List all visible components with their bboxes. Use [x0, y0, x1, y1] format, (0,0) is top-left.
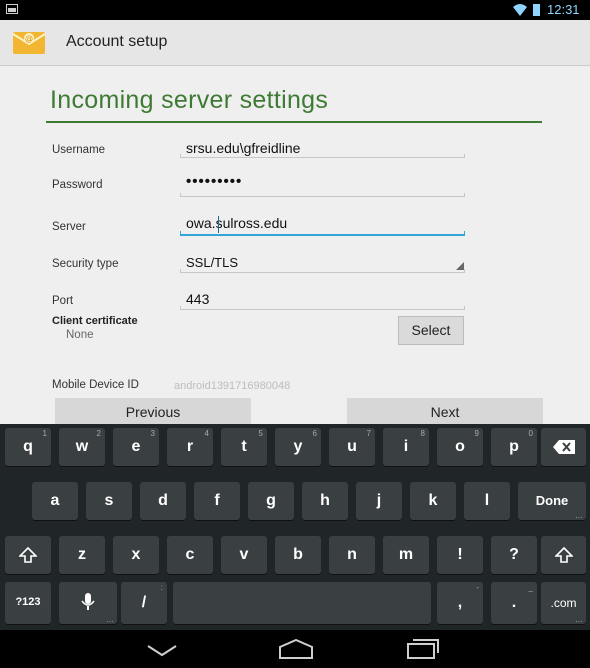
username-label: Username [52, 144, 106, 156]
settings-form: Incoming server settings Username srsu.e… [0, 66, 590, 424]
key-period[interactable]: . _ [491, 582, 537, 624]
client-certificate-label: Client certificate [52, 315, 138, 327]
key-t[interactable]: 5t [221, 428, 267, 466]
key-comma[interactable]: ,- [437, 582, 483, 624]
key-z[interactable]: z [59, 536, 105, 574]
port-label: Port [52, 295, 74, 307]
home-icon[interactable] [278, 639, 314, 659]
back-icon[interactable] [146, 644, 178, 658]
key-v[interactable]: v [221, 536, 267, 574]
key-d[interactable]: d [140, 482, 186, 520]
symbols-key[interactable]: ?123 [5, 582, 51, 624]
backspace-key[interactable] [541, 428, 586, 466]
key-m[interactable]: m [383, 536, 429, 574]
backspace-icon [553, 440, 575, 454]
key-y[interactable]: 6y [275, 428, 321, 466]
key-b[interactable]: b [275, 536, 321, 574]
soft-keyboard: 1q 2w 3e 4r 5t 6y 7u 8i 9o 0p a s d f g … [0, 424, 590, 630]
key-s[interactable]: s [86, 482, 132, 520]
battery-icon [533, 4, 540, 16]
key-i[interactable]: 8i [383, 428, 429, 466]
key-e[interactable]: 3e [113, 428, 159, 466]
shift-key-right[interactable] [541, 536, 586, 574]
key-q[interactable]: 1q [5, 428, 51, 466]
key-c[interactable]: c [167, 536, 213, 574]
key-l[interactable]: l [464, 482, 510, 520]
shift-icon [19, 547, 37, 563]
dotcom-key[interactable]: .com… [541, 582, 586, 624]
done-key[interactable]: Done… [518, 482, 586, 520]
client-certificate-value: None [66, 329, 94, 341]
key-u[interactable]: 7u [329, 428, 375, 466]
key-r[interactable]: 4r [167, 428, 213, 466]
key-n[interactable]: n [329, 536, 375, 574]
key-slash[interactable]: /: [121, 582, 167, 624]
port-field[interactable]: 443 [186, 291, 209, 307]
port-underline [180, 306, 465, 310]
shift-key-left[interactable] [5, 536, 51, 574]
server-field[interactable]: owa.sulross.edu [186, 215, 287, 231]
voice-input-key[interactable]: … [59, 582, 117, 624]
security-type-spinner[interactable]: SSL/TLS [186, 255, 238, 270]
password-field[interactable]: ••••••••• [186, 173, 242, 190]
title-divider [46, 121, 542, 123]
previous-button[interactable]: Previous [55, 398, 251, 424]
key-g[interactable]: g [248, 482, 294, 520]
select-certificate-button[interactable]: Select [398, 316, 464, 345]
mobile-device-id-value: android1391716980048 [174, 380, 291, 392]
dropdown-arrow-icon [456, 262, 464, 270]
key-h[interactable]: h [302, 482, 348, 520]
status-time: 12:31 [547, 2, 580, 17]
server-underline [180, 231, 465, 236]
navigation-bar [0, 630, 590, 668]
status-bar: 12:31 [0, 0, 590, 20]
action-bar: @ Account setup [0, 20, 590, 66]
key-o[interactable]: 9o [437, 428, 483, 466]
mobile-device-id-label: Mobile Device ID [52, 379, 139, 391]
key-j[interactable]: j [356, 482, 402, 520]
key-question[interactable]: ? [491, 536, 537, 574]
svg-text:@: @ [25, 34, 33, 43]
space-key[interactable] [173, 582, 431, 624]
email-app-icon[interactable]: @ [10, 28, 50, 56]
key-x[interactable]: x [113, 536, 159, 574]
security-type-label: Security type [52, 258, 119, 270]
key-exclamation[interactable]: ! [437, 536, 483, 574]
username-field[interactable]: srsu.edu\gfreidline [186, 140, 300, 156]
server-label: Server [52, 221, 86, 233]
key-f[interactable]: f [194, 482, 240, 520]
recent-apps-icon[interactable] [406, 638, 440, 660]
page-title: Incoming server settings [50, 86, 329, 114]
key-k[interactable]: k [410, 482, 456, 520]
wifi-icon [513, 4, 527, 16]
password-underline [180, 193, 465, 197]
shift-icon [555, 547, 573, 563]
next-button[interactable]: Next [347, 398, 543, 424]
key-p[interactable]: 0p [491, 428, 537, 466]
microphone-icon [81, 593, 95, 610]
username-underline [180, 154, 465, 158]
action-bar-title: Account setup [66, 33, 168, 50]
key-w[interactable]: 2w [59, 428, 105, 466]
security-type-underline [180, 269, 465, 273]
key-a[interactable]: a [32, 482, 78, 520]
screenshot-icon [6, 4, 18, 14]
password-label: Password [52, 179, 103, 191]
text-cursor [218, 216, 219, 233]
